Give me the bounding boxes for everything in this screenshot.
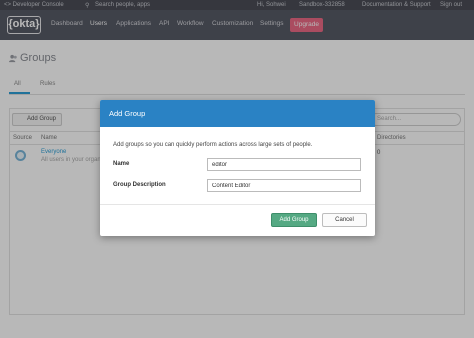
cancel-button[interactable]: Cancel bbox=[322, 213, 367, 227]
modal-title: Add Group bbox=[109, 109, 146, 118]
add-group-submit-button[interactable]: Add Group bbox=[271, 213, 317, 227]
add-group-modal: Add Group Add groups so you can quickly … bbox=[100, 100, 375, 236]
group-description-label: Group Description bbox=[113, 182, 166, 188]
name-label: Name bbox=[113, 161, 130, 167]
modal-description: Add groups so you can quickly perform ac… bbox=[113, 142, 313, 148]
group-name-input[interactable] bbox=[207, 158, 361, 171]
group-description-input[interactable] bbox=[207, 179, 361, 192]
modal-header: Add Group bbox=[100, 100, 375, 127]
modal-footer-divider bbox=[100, 204, 375, 205]
